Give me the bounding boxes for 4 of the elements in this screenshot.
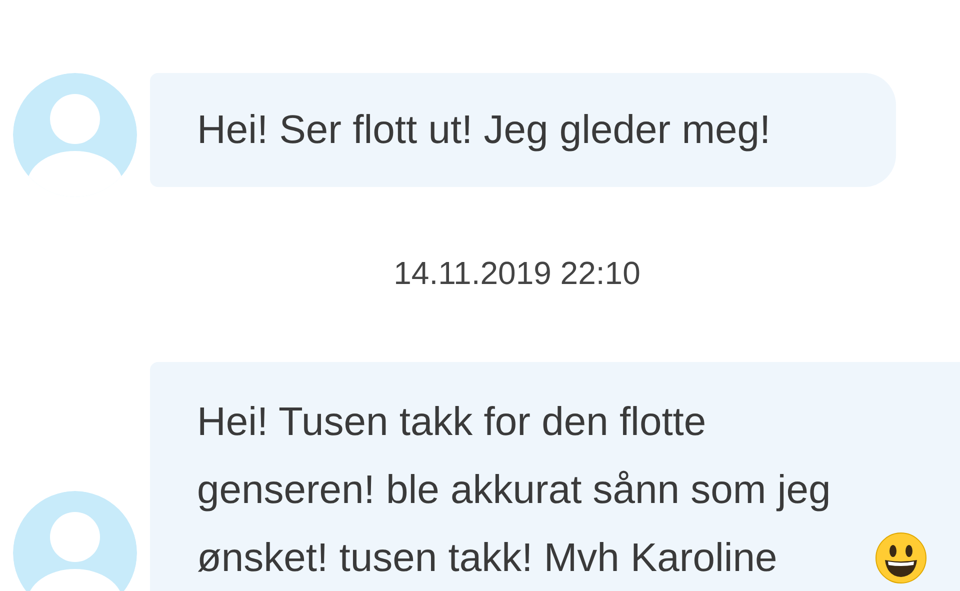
message-text: Hei! Ser flott ut! Jeg gleder meg! xyxy=(197,107,771,154)
message-text: Hei! Tusen takk for den flotte genseren! ble akkurat sånn som jeg ønsket! tusen takk! Mvh Karoline xyxy=(197,399,832,582)
avatar-icon xyxy=(13,73,137,197)
timestamp: 14.11.2019 22:10 xyxy=(394,255,640,292)
